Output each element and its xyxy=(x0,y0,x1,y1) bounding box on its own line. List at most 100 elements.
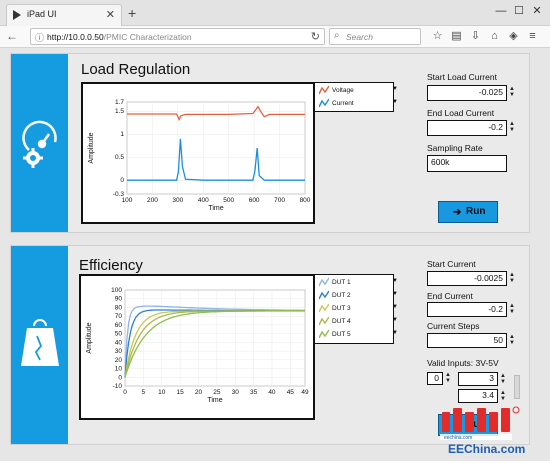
y-tick-label: 30 xyxy=(115,348,123,355)
dropdown-arrow-icon[interactable]: ▼ xyxy=(392,278,398,284)
y-tick-label: 0 xyxy=(118,374,122,381)
x-tick-label: 0 xyxy=(123,389,127,396)
reload-icon[interactable]: ↻ xyxy=(311,30,320,43)
window-controls: — ☐ ✕ xyxy=(492,4,546,17)
close-window-icon[interactable]: ✕ xyxy=(528,4,546,17)
legend-item-voltage[interactable]: Voltage ▼ xyxy=(317,84,401,97)
load-regulation-title: Load Regulation xyxy=(81,61,191,78)
start-current-field[interactable]: -0.0025 xyxy=(427,271,507,286)
tab-title: iPad UI xyxy=(27,9,57,19)
url-text: http://10.0.0.50/PMIC Characterization xyxy=(47,32,192,42)
current-steps-stepper[interactable]: ▲ ▼ xyxy=(509,334,515,346)
x-tick-label: 25 xyxy=(213,389,221,396)
start-load-current-label: Start Load Current xyxy=(427,72,497,82)
valid-input-value-1-stepper[interactable]: ▲ ▼ xyxy=(500,373,506,385)
browser-tab[interactable]: iPad UI ✕ xyxy=(6,4,122,26)
x-tick-label: 15 xyxy=(176,389,184,396)
home-icon[interactable]: ⌂ xyxy=(485,30,504,42)
valid-inputs-index-field[interactable]: 0 xyxy=(427,372,443,385)
pocket-icon[interactable]: ◈ xyxy=(504,29,523,42)
valid-input-value-1[interactable]: 3 xyxy=(458,372,498,386)
start-current-stepper[interactable]: ▲ ▼ xyxy=(509,272,515,284)
dropdown-arrow-icon[interactable]: ▼ xyxy=(392,330,398,336)
close-tab-icon[interactable]: ✕ xyxy=(106,8,115,21)
line-series-icon xyxy=(319,290,329,300)
dropdown-arrow-icon[interactable]: ▼ xyxy=(392,86,398,92)
legend-item-current[interactable]: Current ▼ xyxy=(317,97,401,110)
x-axis-label: Time xyxy=(208,205,223,212)
x-tick-label: 600 xyxy=(249,197,260,204)
legend-item-dut-4[interactable]: DUT 4 ▼ xyxy=(317,315,401,328)
minimize-icon[interactable]: — xyxy=(492,5,510,17)
sampling-rate-field[interactable]: 600k xyxy=(427,155,507,172)
search-placeholder: Search xyxy=(346,32,373,42)
end-load-current-stepper[interactable]: ▲ ▼ xyxy=(509,121,515,133)
valid-inputs-label: Valid Inputs: 3V-5V xyxy=(427,358,499,368)
bookmark-star-icon[interactable]: ☆ xyxy=(428,29,447,42)
x-tick-label: 20 xyxy=(195,389,203,396)
line-series-icon xyxy=(319,98,329,108)
efficiency-chart: 0 5 10 15 20 25 30 35 40 45 49 100 90 80 70 60 50 40 30 20 1… xyxy=(79,274,315,420)
panel-sidebar xyxy=(11,246,68,444)
x-tick-label: 49 xyxy=(301,389,309,396)
y-tick-label: -0.3 xyxy=(113,191,125,198)
legend-item-dut-2[interactable]: DUT 2 ▼ xyxy=(317,289,401,302)
y-tick-label: 10 xyxy=(115,366,123,373)
gauge-gear-icon xyxy=(22,120,57,168)
y-axis-label: Amplitude xyxy=(88,132,95,163)
y-tick-label: 40 xyxy=(115,339,123,346)
eechina-text: EEChina.com xyxy=(448,442,526,456)
dropdown-arrow-icon[interactable]: ▼ xyxy=(392,317,398,323)
info-icon[interactable]: ⓘ xyxy=(35,31,44,44)
end-current-stepper[interactable]: ▲ ▼ xyxy=(509,303,515,315)
efficiency-plot: 0 5 10 15 20 25 30 35 40 45 4910090807060504030201… xyxy=(86,287,309,404)
search-input[interactable]: ⌕ Search xyxy=(329,28,421,45)
y-tick-label: 20 xyxy=(115,357,123,364)
start-load-current-field[interactable]: -0.025 xyxy=(427,85,507,101)
y-tick-label: 1.5 xyxy=(115,108,124,115)
start-load-current-stepper[interactable]: ▲ ▼ xyxy=(509,86,515,98)
menu-icon[interactable]: ≡ xyxy=(523,30,542,42)
legend-item-dut-3[interactable]: DUT 3 ▼ xyxy=(317,302,401,315)
reading-list-icon[interactable]: ▤ xyxy=(447,29,466,42)
valid-inputs-scrollbar[interactable] xyxy=(514,375,520,399)
y-tick-label: 50 xyxy=(115,331,123,338)
url-bar[interactable]: ⓘ http://10.0.0.50/PMIC Characterization… xyxy=(30,28,325,45)
line-series-icon xyxy=(319,277,329,287)
load-regulation-panel: Load Regulation 100 200 300 400 500 600 700 800… xyxy=(10,53,530,233)
end-load-current-field[interactable]: -0.2 xyxy=(427,120,507,136)
play-icon xyxy=(13,10,21,20)
y-tick-label: 70 xyxy=(115,313,123,320)
end-current-field[interactable]: -0.2 xyxy=(427,302,507,317)
x-tick-label: 35 xyxy=(250,389,258,396)
line-series-icon xyxy=(319,85,329,95)
dropdown-arrow-icon[interactable]: ▼ xyxy=(392,99,398,105)
eechina-watermark: eechina.com EEChina.com xyxy=(436,400,548,458)
legend-item-dut-1[interactable]: DUT 1 ▼ xyxy=(317,276,401,289)
dropdown-arrow-icon[interactable]: ▼ xyxy=(392,291,398,297)
load-regulation-run-button[interactable]: ➔ Run xyxy=(438,201,498,223)
legend-item-dut-5[interactable]: DUT 5 ▼ xyxy=(317,328,401,341)
y-tick-label: 0.5 xyxy=(115,154,124,161)
efficiency-title: Efficiency xyxy=(79,257,143,274)
x-tick-label: 5 xyxy=(142,389,146,396)
dropdown-arrow-icon[interactable]: ▼ xyxy=(392,304,398,310)
x-tick-label: 200 xyxy=(147,197,158,204)
x-tick-label: 400 xyxy=(198,197,209,204)
x-tick-label: 45 xyxy=(287,389,295,396)
y-tick-label: 100 xyxy=(111,287,122,294)
y-tick-label: 1 xyxy=(120,131,124,138)
maximize-icon[interactable]: ☐ xyxy=(510,4,528,17)
y-axis-label: Amplitude xyxy=(86,322,93,353)
new-tab-button[interactable]: + xyxy=(128,6,136,20)
x-tick-label: 100 xyxy=(122,197,133,204)
download-icon[interactable]: ⇩ xyxy=(466,29,485,42)
x-tick-label: 30 xyxy=(232,389,240,396)
x-tick-label: 10 xyxy=(158,389,166,396)
back-icon[interactable]: ← xyxy=(6,29,18,43)
current-steps-field[interactable]: 50 xyxy=(427,333,507,348)
y-tick-label: 80 xyxy=(115,304,123,311)
line-series-icon xyxy=(319,329,329,339)
valid-inputs-index-stepper[interactable]: ▲ ▼ xyxy=(445,372,451,384)
y-tick-label: -10 xyxy=(113,383,123,390)
